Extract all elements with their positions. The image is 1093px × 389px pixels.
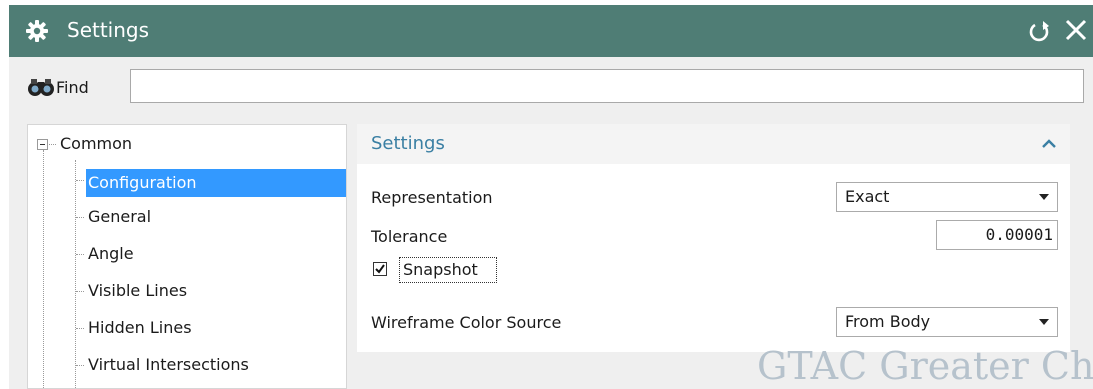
snapshot-checkbox[interactable] [373,262,387,276]
reset-icon[interactable] [1027,18,1051,44]
chevron-up-icon[interactable] [1040,135,1058,153]
dropdown-arrow-icon [1039,194,1049,200]
gear-icon [26,20,48,42]
representation-dropdown[interactable]: Exact [836,182,1058,212]
tree-connector [49,144,56,145]
tree-connector [75,160,76,388]
settings-panel: Settings Representation Exact Tolerance … [357,124,1070,352]
tolerance-input[interactable]: 0.00001 [936,220,1058,250]
tree-item-hidden-lines[interactable]: Hidden Lines [88,318,192,338]
wireframe-color-source-value: From Body [845,312,931,331]
tree-connector [76,254,84,255]
find-label: Find [56,78,89,97]
settings-tree: Common Configuration General Angle Visib… [27,124,347,389]
tree-item-visible-lines[interactable]: Visible Lines [88,281,187,301]
representation-label: Representation [371,188,493,207]
tree-item-general[interactable]: General [88,207,151,227]
find-input[interactable] [130,69,1084,103]
collapse-toggle[interactable] [37,139,48,150]
tree-item-configuration[interactable]: Configuration [86,169,346,197]
tree-connector [76,291,84,292]
snapshot-label[interactable]: Snapshot [403,260,478,280]
tree-connector [76,180,84,181]
binoculars-icon [28,79,54,96]
window-title: Settings [67,18,150,42]
tree-connector [76,217,84,218]
tree-connector [76,328,84,329]
close-icon[interactable] [1063,16,1089,44]
tolerance-label: Tolerance [371,227,448,246]
panel-header[interactable]: Settings [357,124,1070,164]
title-bar: Settings [9,5,1093,57]
find-bar: Find [9,57,1093,119]
tree-connector [76,365,84,366]
checkmark-icon [375,264,385,274]
panel-title: Settings [371,133,445,154]
wireframe-color-source-label: Wireframe Color Source [371,313,562,332]
tree-group-common[interactable]: Common [60,134,132,154]
wireframe-color-source-dropdown[interactable]: From Body [836,307,1058,337]
watermark: GTAC Greater Chi [757,344,1093,388]
dropdown-arrow-icon [1039,319,1049,325]
representation-value: Exact [845,187,890,206]
tree-connector [43,150,44,388]
tree-item-virtual-intersections[interactable]: Virtual Intersections [88,355,249,375]
tree-item-angle[interactable]: Angle [88,244,134,264]
